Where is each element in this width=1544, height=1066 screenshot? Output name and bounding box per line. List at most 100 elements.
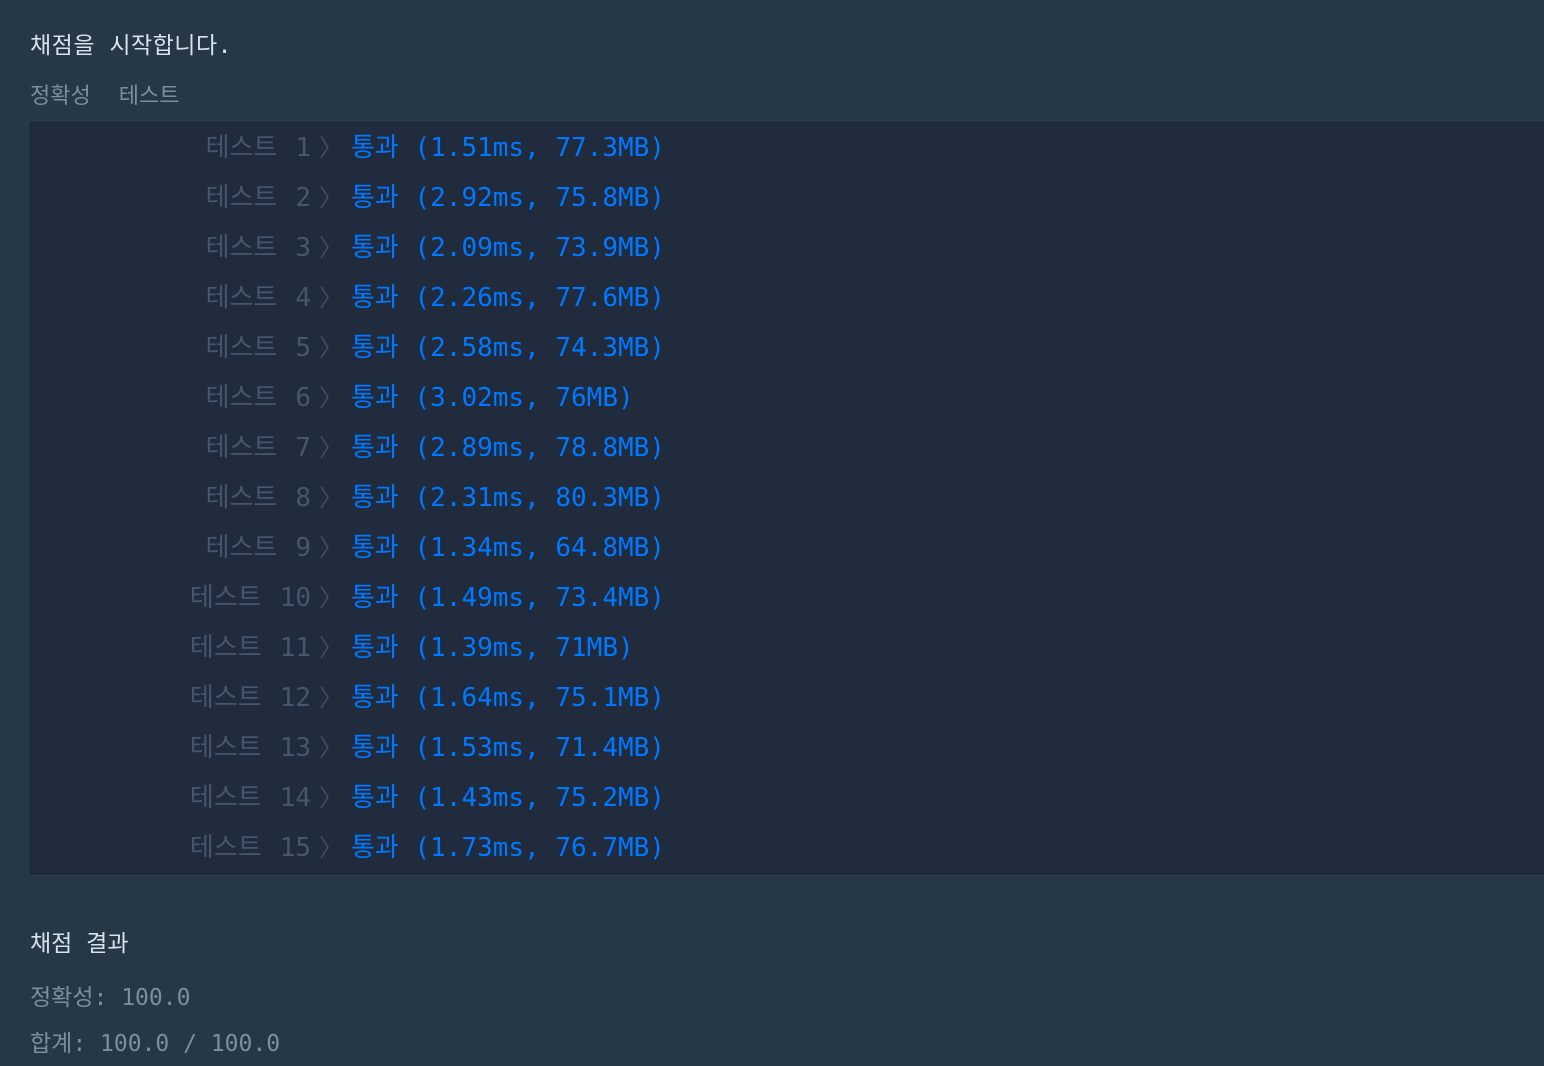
test-number: 15 [279,833,311,863]
test-status: 통과 [351,133,399,163]
test-label: 테스트 3 [11,223,311,273]
test-name: 테스트 [189,833,262,863]
test-name: 테스트 [205,183,278,213]
test-number: 7 [295,433,311,463]
test-name: 테스트 [205,333,278,363]
test-row: 테스트 6 〉 통과 (3.02ms, 76MB) [31,373,1544,423]
test-name: 테스트 [189,583,262,613]
test-row: 테스트 11 〉 통과 (1.39ms, 71MB) [31,623,1544,673]
test-detail: (2.58ms, 74.3MB) [414,333,665,363]
test-detail: (3.02ms, 76MB) [414,383,634,413]
test-result: 통과 (1.51ms, 77.3MB) [351,123,665,173]
accuracy-value: 100.0 [121,985,191,1011]
test-name: 테스트 [205,533,278,563]
test-row: 테스트 15 〉 통과 (1.73ms, 76.7MB) [31,823,1544,873]
test-name: 테스트 [189,683,262,713]
test-number: 9 [295,533,311,563]
chevron-right-icon: 〉 [319,234,343,262]
summary-accuracy: 정확성: 100.0 [30,978,190,1012]
test-result: 통과 (2.31ms, 80.3MB) [351,473,665,523]
test-result: 통과 (2.89ms, 78.8MB) [351,423,665,473]
chevron-right-icon: 〉 [319,534,343,562]
test-name: 테스트 [205,433,278,463]
test-number: 5 [295,333,311,363]
test-result: 통과 (1.53ms, 71.4MB) [351,723,665,773]
test-label: 테스트 1 [11,123,311,173]
test-name: 테스트 [205,383,278,413]
test-status: 통과 [351,333,399,363]
test-label: 테스트 12 [11,673,311,723]
test-detail: (1.39ms, 71MB) [414,633,634,663]
test-result: 통과 (2.58ms, 74.3MB) [351,323,665,373]
test-number: 2 [295,183,311,213]
test-result: 통과 (1.43ms, 75.2MB) [351,773,665,823]
test-detail: (2.09ms, 73.9MB) [414,233,665,263]
test-label: 테스트 10 [11,573,311,623]
test-result: 통과 (1.73ms, 76.7MB) [351,823,665,873]
test-status: 통과 [351,683,399,713]
test-row: 테스트 5 〉 통과 (2.58ms, 74.3MB) [31,323,1544,373]
test-detail: (2.26ms, 77.6MB) [414,283,665,313]
test-label: 테스트 5 [11,323,311,373]
test-detail: (2.31ms, 80.3MB) [414,483,665,513]
section-label: 정확성 테스트 [30,78,179,110]
chevron-right-icon: 〉 [319,284,343,312]
test-row: 테스트 3 〉 통과 (2.09ms, 73.9MB) [31,223,1544,273]
test-row: 테스트 7 〉 통과 (2.89ms, 78.8MB) [31,423,1544,473]
test-row: 테스트 2 〉 통과 (2.92ms, 75.8MB) [31,173,1544,223]
chevron-right-icon: 〉 [319,834,343,862]
test-label: 테스트 11 [11,623,311,673]
test-row: 테스트 9 〉 통과 (1.34ms, 64.8MB) [31,523,1544,573]
chevron-right-icon: 〉 [319,184,343,212]
test-number: 10 [279,583,311,613]
section-label-accuracy: 정확성 [30,84,91,109]
test-result: 통과 (3.02ms, 76MB) [351,373,634,423]
test-result: 통과 (2.92ms, 75.8MB) [351,173,665,223]
test-number: 13 [279,733,311,763]
test-label: 테스트 7 [11,423,311,473]
test-number: 6 [295,383,311,413]
test-name: 테스트 [205,233,278,263]
test-label: 테스트 4 [11,273,311,323]
test-number: 11 [279,633,311,663]
summary-title: 채점 결과 [30,931,129,957]
test-row: 테스트 14 〉 통과 (1.43ms, 75.2MB) [31,773,1544,823]
test-status: 통과 [351,183,399,213]
test-detail: (2.89ms, 78.8MB) [414,433,665,463]
test-status: 통과 [351,733,399,763]
test-result: 통과 (1.64ms, 75.1MB) [351,673,665,723]
chevron-right-icon: 〉 [319,434,343,462]
test-result: 통과 (1.39ms, 71MB) [351,623,634,673]
test-label: 테스트 15 [11,823,311,873]
test-row: 테스트 1 〉 통과 (1.51ms, 77.3MB) [31,123,1544,173]
test-label: 테스트 14 [11,773,311,823]
test-number: 12 [279,683,311,713]
chevron-right-icon: 〉 [319,484,343,512]
total-value: 100.0 / 100.0 [100,1031,281,1057]
total-label: 합계: [30,1031,87,1057]
test-label: 테스트 9 [11,523,311,573]
test-label: 테스트 2 [11,173,311,223]
chevron-right-icon: 〉 [319,734,343,762]
test-row: 테스트 10 〉 통과 (1.49ms, 73.4MB) [31,573,1544,623]
test-number: 1 [295,133,311,163]
test-detail: (1.64ms, 75.1MB) [414,683,665,713]
summary-total: 합계: 100.0 / 100.0 [30,1024,280,1058]
test-result: 통과 (1.34ms, 64.8MB) [351,523,665,573]
accuracy-label: 정확성: [30,985,108,1011]
test-detail: (1.73ms, 76.7MB) [414,833,665,863]
test-name: 테스트 [189,633,262,663]
test-result: 통과 (2.26ms, 77.6MB) [351,273,665,323]
test-results-panel: 테스트 1 〉 통과 (1.51ms, 77.3MB) 테스트 2 〉 통과 (2.92ms,… [30,122,1544,874]
test-name: 테스트 [205,483,278,513]
test-row: 테스트 8 〉 통과 (2.31ms, 80.3MB) [31,473,1544,523]
test-row: 테스트 12 〉 통과 (1.64ms, 75.1MB) [31,673,1544,723]
test-detail: (1.49ms, 73.4MB) [414,583,665,613]
test-name: 테스트 [205,283,278,313]
test-number: 8 [295,483,311,513]
start-message: 채점을 시작합니다. [30,33,232,59]
test-detail: (1.53ms, 71.4MB) [414,733,665,763]
test-result: 통과 (1.49ms, 73.4MB) [351,573,665,623]
test-status: 통과 [351,583,399,613]
chevron-right-icon: 〉 [319,684,343,712]
